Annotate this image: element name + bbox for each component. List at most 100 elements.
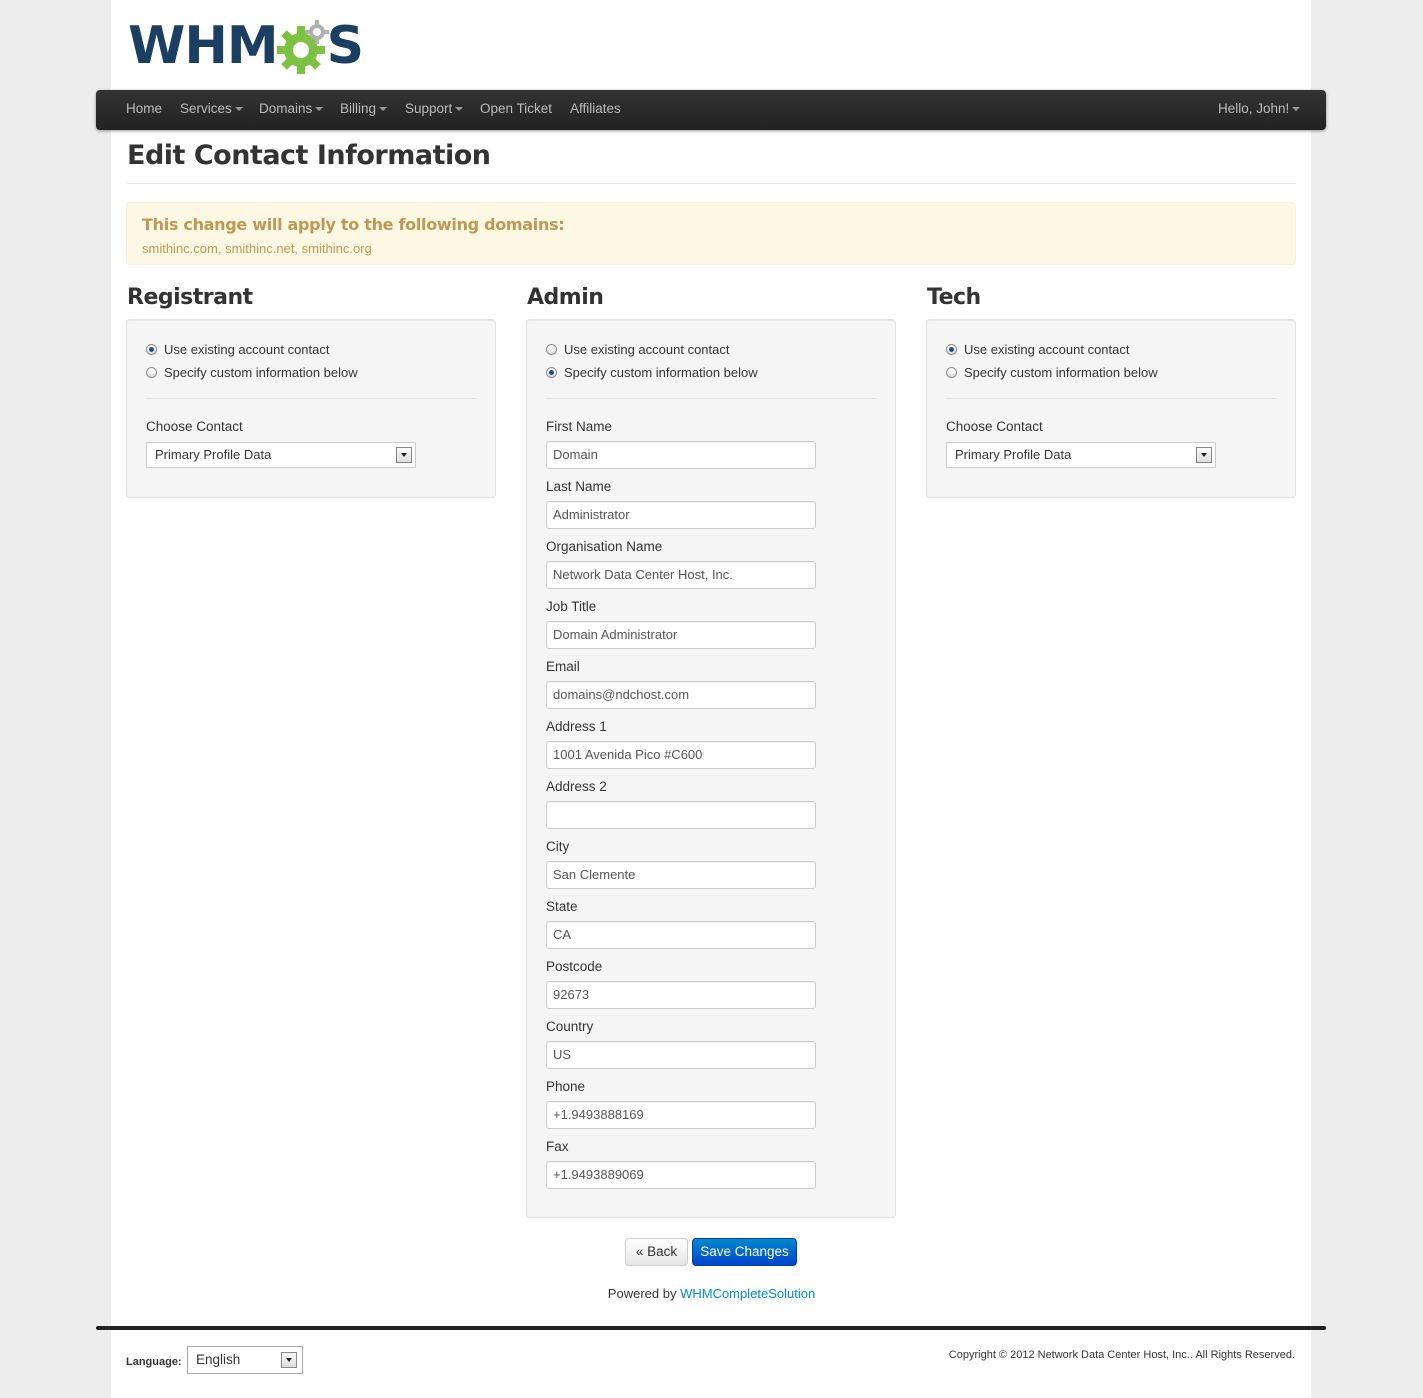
- domains-alert: This change will apply to the following …: [126, 202, 1296, 265]
- phone-field[interactable]: +1.9493888169: [546, 1101, 816, 1129]
- top-navbar: Home Services Domains Billing Support Op…: [96, 90, 1326, 130]
- nav-affiliates-label: Affiliates: [570, 101, 621, 116]
- phone-label: Phone: [546, 1079, 586, 1094]
- divider: [946, 398, 1276, 399]
- gear-icon: [276, 20, 329, 74]
- admin-option-custom[interactable]: Specify custom information below: [546, 362, 758, 382]
- address1-label: Address 1: [546, 719, 607, 734]
- nav-open-ticket[interactable]: Open Ticket: [480, 90, 552, 130]
- nav-home[interactable]: Home: [126, 90, 162, 130]
- dropdown-arrow-icon[interactable]: [396, 447, 412, 463]
- alert-heading: This change will apply to the following …: [142, 215, 565, 234]
- tech-contact-value: Primary Profile Data: [955, 447, 1072, 462]
- country-field[interactable]: US: [546, 1041, 816, 1069]
- save-changes-button[interactable]: Save Changes: [692, 1238, 797, 1266]
- admin-title: Admin: [527, 285, 604, 310]
- email-label: Email: [546, 659, 580, 674]
- nav-user-label: Hello, John!: [1218, 101, 1290, 116]
- first-name-field[interactable]: Domain: [546, 441, 816, 469]
- nav-domains-label: Domains: [259, 101, 313, 116]
- job-title-field[interactable]: Domain Administrator: [546, 621, 816, 649]
- nav-billing[interactable]: Billing: [340, 90, 388, 130]
- nav-affiliates[interactable]: Affiliates: [570, 90, 621, 130]
- radio-unselected-icon[interactable]: [946, 366, 957, 378]
- last-name-label: Last Name: [546, 479, 612, 494]
- state-label: State: [546, 899, 578, 914]
- powered-by: Powered by WHMCompleteSolution: [0, 1286, 1423, 1301]
- registrant-panel: Use existing account contact Specify cus…: [126, 319, 496, 498]
- divider: [146, 398, 476, 399]
- first-name-label: First Name: [546, 419, 613, 434]
- admin-panel: Use existing account contact Specify cus…: [526, 319, 896, 1218]
- state-field[interactable]: CA: [546, 921, 816, 949]
- language-select[interactable]: English: [187, 1346, 303, 1374]
- registrant-choose-label: Choose Contact: [146, 419, 243, 434]
- registrant-title: Registrant: [127, 285, 253, 310]
- tech-option-existing-label: Use existing account contact: [964, 341, 1130, 357]
- tech-panel: Use existing account contact Specify cus…: [926, 319, 1296, 498]
- postcode-label: Postcode: [546, 959, 603, 974]
- last-name-field[interactable]: Administrator: [546, 501, 816, 529]
- page-title: Edit Contact Information: [127, 140, 491, 171]
- powered-by-prefix: Powered by: [607, 1286, 677, 1301]
- organisation-label: Organisation Name: [546, 539, 663, 554]
- caret-down-icon: [455, 107, 464, 112]
- radio-selected-icon[interactable]: [146, 343, 157, 355]
- whmcs-logo[interactable]: WHM S: [128, 16, 364, 76]
- registrant-option-custom-label: Specify custom information below: [164, 364, 358, 380]
- admin-option-existing-label: Use existing account contact: [564, 341, 730, 357]
- nav-billing-label: Billing: [340, 101, 377, 116]
- footer-divider: [96, 1326, 1326, 1330]
- registrant-option-existing[interactable]: Use existing account contact: [146, 339, 329, 359]
- nav-domains[interactable]: Domains: [259, 90, 324, 130]
- tech-choose-label: Choose Contact: [946, 419, 1043, 434]
- language-value: English: [196, 1352, 241, 1367]
- caret-down-icon: [1292, 107, 1301, 112]
- address2-label: Address 2: [546, 779, 607, 794]
- registrant-option-custom[interactable]: Specify custom information below: [146, 362, 358, 382]
- nav-user-menu[interactable]: Hello, John!: [1218, 90, 1301, 130]
- tech-option-custom[interactable]: Specify custom information below: [946, 362, 1158, 382]
- dropdown-arrow-icon[interactable]: [1196, 447, 1212, 463]
- radio-selected-icon[interactable]: [546, 366, 557, 378]
- back-button[interactable]: « Back: [625, 1238, 688, 1266]
- nav-open-ticket-label: Open Ticket: [480, 101, 553, 116]
- logo-text-left: WHM: [128, 16, 279, 76]
- email-field[interactable]: domains@ndchost.com: [546, 681, 816, 709]
- tech-option-existing[interactable]: Use existing account contact: [946, 339, 1129, 359]
- organisation-field[interactable]: Network Data Center Host, Inc.: [546, 561, 816, 589]
- dropdown-arrow-icon[interactable]: [281, 1352, 297, 1368]
- address2-field[interactable]: [546, 801, 816, 829]
- nav-services-label: Services: [180, 101, 232, 116]
- fax-label: Fax: [546, 1139, 569, 1154]
- nav-services[interactable]: Services: [180, 90, 243, 130]
- radio-unselected-icon[interactable]: [146, 366, 157, 378]
- title-divider: [127, 183, 1296, 184]
- logo-text-right: S: [326, 16, 364, 76]
- admin-option-existing[interactable]: Use existing account contact: [546, 339, 729, 359]
- caret-down-icon: [234, 107, 243, 112]
- admin-option-custom-label: Specify custom information below: [564, 364, 758, 380]
- tech-title: Tech: [927, 285, 981, 310]
- divider: [546, 398, 876, 399]
- registrant-option-existing-label: Use existing account contact: [164, 341, 330, 357]
- job-title-label: Job Title: [546, 599, 597, 614]
- registrant-contact-value: Primary Profile Data: [155, 447, 272, 462]
- nav-home-label: Home: [126, 101, 163, 116]
- nav-support[interactable]: Support: [405, 90, 464, 130]
- city-field[interactable]: San Clemente: [546, 861, 816, 889]
- registrant-contact-select[interactable]: Primary Profile Data: [146, 442, 416, 468]
- postcode-field[interactable]: 92673: [546, 981, 816, 1009]
- country-label: Country: [546, 1019, 594, 1034]
- tech-contact-select[interactable]: Primary Profile Data: [946, 442, 1216, 468]
- nav-support-label: Support: [405, 101, 453, 116]
- radio-selected-icon[interactable]: [946, 343, 957, 355]
- copyright-text: Copyright © 2012 Network Data Center Hos…: [948, 1349, 1295, 1361]
- fax-field[interactable]: +1.9493889069: [546, 1161, 816, 1189]
- radio-unselected-icon[interactable]: [546, 343, 557, 355]
- powered-by-link[interactable]: WHMCompleteSolution: [680, 1286, 815, 1301]
- alert-domains: smithinc.com, smithinc.net, smithinc.org: [142, 241, 372, 256]
- city-label: City: [546, 839, 570, 854]
- caret-down-icon: [315, 107, 324, 112]
- address1-field[interactable]: 1001 Avenida Pico #C600: [546, 741, 816, 769]
